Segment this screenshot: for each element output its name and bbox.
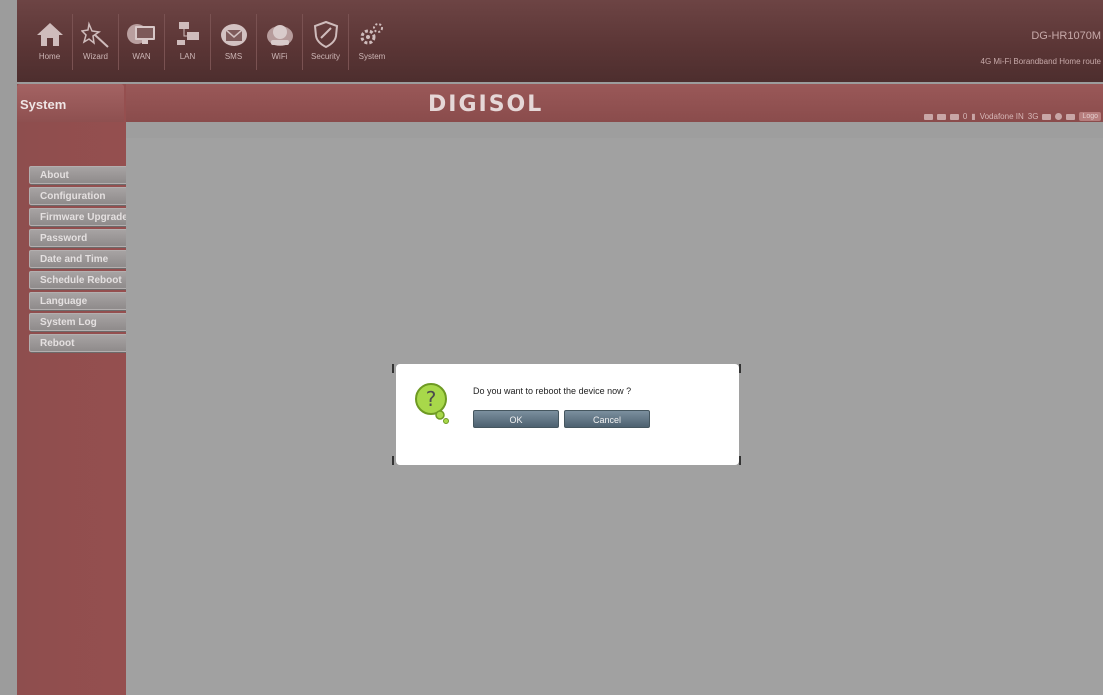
sms-count: 0: [962, 112, 968, 121]
sidebar-title: System: [17, 84, 124, 122]
nav-item-label: Security: [311, 52, 340, 61]
sidebar-item-schedule-reboot[interactable]: Schedule Reboot: [29, 271, 133, 289]
sidebar-item-language[interactable]: Language: [29, 292, 133, 310]
nav-item-wifi[interactable]: WiFi: [257, 14, 303, 70]
ok-button[interactable]: OK: [473, 410, 559, 428]
nav-item-label: LAN: [179, 52, 196, 61]
nav-item-security[interactable]: Security: [303, 14, 349, 70]
sidebar-item-about[interactable]: About: [29, 166, 133, 184]
sms-icon: [949, 113, 959, 120]
nav-item-home[interactable]: Home: [27, 14, 73, 70]
dialog-message: Do you want to reboot the device now ?: [473, 386, 632, 396]
shield-icon: [309, 18, 343, 50]
nav-item-sms[interactable]: SMS: [211, 14, 257, 70]
sim-icon: [936, 113, 946, 120]
signal-graph-icon: [923, 113, 933, 120]
main-nav: Home Wizard WAN LAN SMS WiFi Security Sy…: [27, 14, 395, 70]
brand-logo: DIGISOL: [428, 92, 544, 117]
gears-icon: [355, 18, 389, 50]
nav-item-wizard[interactable]: Wizard: [73, 14, 119, 70]
content-header-strip: [126, 122, 1103, 138]
sidebar-item-firmware-upgrade[interactable]: Firmware Upgrade: [29, 208, 133, 226]
model-name: DG-HR1070M: [1031, 30, 1101, 42]
sidebar-item-date-and-time[interactable]: Date and Time: [29, 250, 133, 268]
monitor-icon: [125, 18, 159, 50]
sidebar-item-password[interactable]: Password: [29, 229, 133, 247]
sidebar-item-configuration[interactable]: Configuration: [29, 187, 133, 205]
brand-bar: DIGISOL 0 ▮ Vodafone IN 3G Logo: [126, 84, 1103, 122]
nav-item-label: SMS: [224, 52, 243, 61]
envelope-icon: [217, 18, 251, 50]
top-navigation-bar: Home Wizard WAN LAN SMS WiFi Security Sy…: [17, 0, 1103, 82]
wifi-status-icon: [1042, 113, 1052, 120]
dialog-corner-mark: [739, 456, 741, 465]
nav-item-label: Wizard: [83, 52, 108, 61]
network-icon: [171, 18, 205, 50]
question-icon: ?: [414, 382, 450, 424]
nav-item-label: WAN: [132, 52, 151, 61]
nav-item-lan[interactable]: LAN: [165, 14, 211, 70]
wand-icon: [79, 18, 113, 50]
dialog-corner-mark: [392, 456, 394, 465]
nav-item-label: Home: [38, 52, 61, 61]
model-description: 4G Mi-Fi Borandband Home route: [980, 57, 1102, 66]
wifi-icon: [263, 18, 297, 50]
svg-text:?: ?: [426, 387, 437, 411]
sidebar-menu: About Configuration Firmware Upgrade Pas…: [29, 166, 133, 355]
network-type: 3G: [1027, 112, 1039, 121]
reboot-confirm-dialog: ? Do you want to reboot the device now ?…: [392, 364, 741, 465]
dialog-corner-mark: [392, 364, 394, 373]
battery-icon: [1066, 113, 1076, 120]
dialog-corner-mark: [739, 364, 741, 373]
nav-item-label: WiFi: [271, 52, 288, 61]
sidebar-item-reboot[interactable]: Reboot: [29, 334, 133, 352]
operator-name: Vodafone IN: [979, 112, 1024, 121]
nav-item-system[interactable]: System: [349, 14, 395, 70]
logout-button[interactable]: Logo: [1079, 112, 1101, 121]
nav-item-wan[interactable]: WAN: [119, 14, 165, 70]
status-bar: 0 ▮ Vodafone IN 3G Logo: [923, 112, 1101, 121]
sidebar-item-system-log[interactable]: System Log: [29, 313, 133, 331]
signal-bars-icon: ▮: [971, 112, 976, 121]
globe-icon: [1055, 113, 1063, 120]
nav-item-label: System: [358, 52, 386, 61]
cancel-button[interactable]: Cancel: [564, 410, 650, 428]
sidebar: System About Configuration Firmware Upgr…: [17, 84, 133, 695]
home-icon: [33, 18, 67, 50]
